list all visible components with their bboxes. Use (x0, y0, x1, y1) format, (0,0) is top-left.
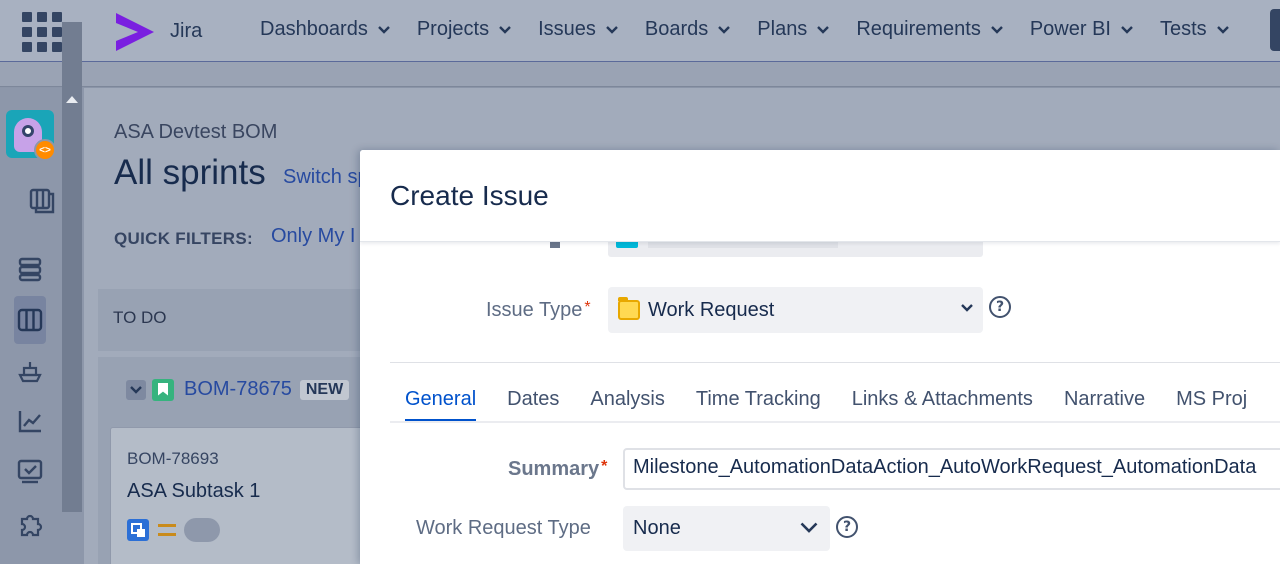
switch-sprint-link[interactable]: Switch sp (283, 166, 369, 189)
status-badge: NEW (299, 379, 350, 400)
tab-time-tracking[interactable]: Time Tracking (696, 388, 821, 422)
summary-label: Summary * (508, 458, 607, 481)
project-type-badge: <> (34, 139, 56, 161)
column-title: TO DO (113, 308, 167, 327)
app-name[interactable]: Jira (170, 20, 202, 43)
create-issue-dialog: Create Issue Issue Type * Work Request ? … (360, 150, 1280, 564)
menu-tests[interactable]: Tests (1160, 18, 1229, 41)
chevron-down-icon (718, 25, 731, 34)
menu-tests-label: Tests (1159, 18, 1207, 40)
menu-power-bi[interactable]: Power BI (1030, 18, 1133, 41)
assignee-avatar[interactable] (184, 518, 220, 542)
main-menu: Dashboards Projects Issues Boards Plans … (260, 18, 1256, 41)
work-request-type-select[interactable]: None (623, 506, 830, 551)
summary-label-text: Summary (508, 458, 600, 480)
chevron-down-icon (606, 25, 618, 34)
board-icon[interactable] (14, 304, 46, 336)
announcement-bar (0, 62, 1280, 87)
chevron-down-icon (800, 522, 818, 533)
parent-issue-key[interactable]: BOM-78675 (184, 378, 292, 401)
required-marker: * (584, 299, 591, 316)
menu-projects-label: Projects (416, 18, 490, 40)
help-icon[interactable]: ? (836, 516, 858, 538)
scroll-up-icon[interactable] (66, 96, 78, 103)
jira-logo-icon[interactable] (112, 10, 158, 54)
issue-type-label-text: Issue Type (486, 299, 583, 321)
menu-requirements-label: Requirements (856, 18, 981, 40)
divider (390, 362, 1280, 363)
issue-type-value: Work Request (648, 298, 775, 321)
card-title: ASA Subtask 1 (127, 480, 261, 502)
dialog-header: Create Issue (360, 150, 1280, 242)
app-switcher-icon[interactable] (22, 12, 62, 52)
chevron-down-icon (817, 25, 830, 34)
chevron-down-icon (499, 25, 511, 34)
roadmap-icon[interactable] (14, 253, 46, 285)
summary-input[interactable]: Milestone_AutomationDataAction_AutoWorkR… (623, 448, 1280, 490)
page-title: All sprints (114, 153, 266, 192)
project-select[interactable] (608, 242, 983, 257)
tab-narrative[interactable]: Narrative (1064, 388, 1145, 422)
releases-icon[interactable] (14, 355, 46, 387)
top-navigation: Jira Dashboards Projects Issues Boards P… (0, 0, 1280, 62)
tabs-underline (390, 421, 1280, 423)
create-button[interactable] (1270, 9, 1280, 51)
menu-plans[interactable]: Plans (757, 18, 830, 41)
issue-type-label: Issue Type * (486, 299, 591, 322)
dialog-title: Create Issue (390, 180, 549, 211)
menu-plans-label: Plans (757, 18, 808, 40)
card-footer (127, 518, 220, 542)
menu-issues-label: Issues (538, 18, 596, 40)
folder-icon (618, 297, 640, 320)
menu-boards-label: Boards (644, 18, 709, 40)
issue-card[interactable]: BOM-78693 ASA Subtask 1 (110, 427, 368, 564)
required-marker: * (601, 458, 608, 475)
backlog-icon[interactable] (26, 184, 58, 216)
work-request-type-label: Work Request Type (416, 517, 591, 539)
issue-type-select[interactable]: Work Request (608, 287, 983, 333)
chevron-down-icon (1216, 25, 1229, 34)
menu-issues[interactable]: Issues (538, 18, 618, 41)
breadcrumb-project[interactable]: ASA Devtest BOM (114, 121, 277, 144)
story-icon (152, 378, 174, 401)
menu-dashboards[interactable]: Dashboards (260, 18, 390, 41)
collapse-chevron-icon[interactable] (126, 379, 146, 400)
card-issue-key: BOM-78693 (127, 449, 219, 468)
work-request-type-value: None (633, 517, 681, 539)
subtask-icon (127, 519, 149, 541)
help-icon[interactable]: ? (989, 296, 1011, 318)
tests-icon[interactable] (14, 456, 46, 488)
column-header-todo: TO DO (98, 289, 368, 351)
tab-analysis[interactable]: Analysis (590, 388, 664, 422)
chevron-down-icon (961, 304, 973, 312)
dialog-tabs: General Dates Analysis Time Tracking Lin… (390, 388, 1278, 422)
priority-medium-icon (158, 524, 176, 536)
addons-icon[interactable] (14, 508, 46, 540)
quick-filter-only-my-issues[interactable]: Only My I (271, 225, 355, 248)
reports-icon[interactable] (14, 405, 46, 437)
tab-dates[interactable]: Dates (507, 388, 559, 422)
chevron-down-icon (990, 25, 1003, 34)
project-label-stub (550, 242, 560, 248)
chevron-down-icon (1121, 25, 1133, 34)
tab-ms-project[interactable]: MS Proj (1176, 388, 1247, 422)
menu-power-bi-label: Power BI (1029, 18, 1111, 40)
parent-issue-row: BOM-78675 NEW (126, 378, 350, 401)
menu-boards[interactable]: Boards (644, 18, 731, 41)
quick-filters-label: QUICK FILTERS: (114, 229, 253, 248)
menu-dashboards-label: Dashboards (260, 18, 368, 40)
chevron-down-icon (377, 25, 390, 34)
menu-requirements[interactable]: Requirements (856, 18, 1003, 41)
menu-projects[interactable]: Projects (417, 18, 511, 41)
tab-links-attachments[interactable]: Links & Attachments (852, 388, 1033, 422)
tab-general[interactable]: General (405, 388, 477, 422)
